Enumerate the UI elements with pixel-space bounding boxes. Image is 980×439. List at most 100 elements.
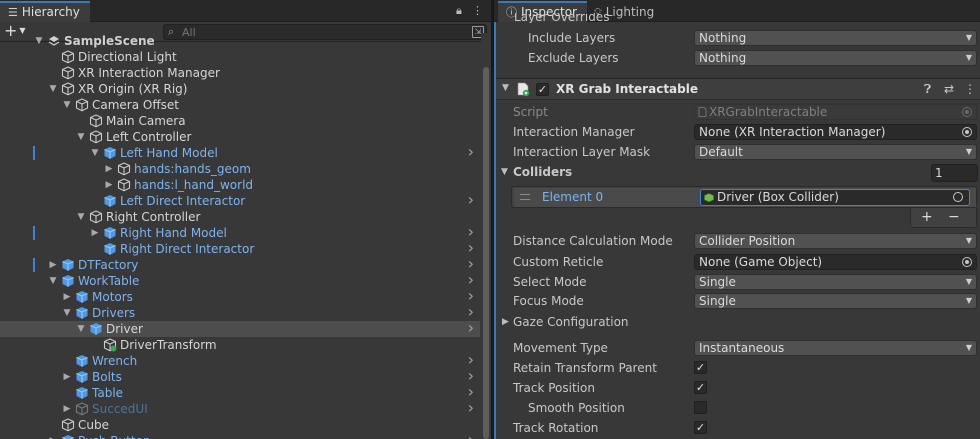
table-row[interactable]: ▼ SampleScene xyxy=(0,33,480,49)
scrollbar-thumb[interactable] xyxy=(483,67,489,439)
table-row[interactable]: ▶ hands:l_hand_world xyxy=(0,177,480,193)
movement-type-dropdown[interactable]: Instantaneous ▼ xyxy=(694,340,977,356)
object-picker-icon[interactable] xyxy=(962,257,972,267)
table-row[interactable]: ▶ Bolts › xyxy=(0,368,480,385)
prefab-override-marker xyxy=(33,226,35,240)
collider-object-field[interactable]: Driver (Box Collider) xyxy=(700,189,970,206)
object-picker-icon xyxy=(962,107,972,117)
table-row[interactable]: ▼ Left Controller xyxy=(0,129,480,145)
fold-open-icon[interactable]: ▼ xyxy=(48,81,58,97)
table-row[interactable]: ▶ Right Hand Model › xyxy=(0,224,480,241)
fold-closed-icon[interactable]: ▶ xyxy=(104,177,114,193)
custom-reticle-field[interactable]: None (Game Object) xyxy=(694,254,977,270)
fold-open-icon[interactable]: ▼ xyxy=(502,83,509,93)
table-row[interactable]: ▶ DTFactory › xyxy=(0,256,480,273)
table-row[interactable]: ▶ Push Button › xyxy=(0,432,480,439)
table-row[interactable]: ▼ Drivers › xyxy=(0,304,480,321)
colliders-label[interactable]: Colliders xyxy=(513,165,572,179)
table-row[interactable]: ▼ XR Origin (XR Rig) xyxy=(0,81,480,97)
component-menu-icon[interactable]: ⋮ xyxy=(964,82,976,96)
list-item: Directional Light xyxy=(78,50,177,64)
fold-closed-icon[interactable]: ▶ xyxy=(62,289,72,305)
interaction-layer-mask-dropdown[interactable]: Default ▼ xyxy=(694,144,977,160)
list-item: Right Controller xyxy=(106,210,201,224)
table-row[interactable]: Cube xyxy=(0,417,480,433)
table-row[interactable]: Right Direct Interactor › xyxy=(0,240,480,257)
chevron-right-icon[interactable]: › xyxy=(468,192,474,208)
object-picker-icon[interactable] xyxy=(962,127,972,137)
table-row[interactable]: Directional Light xyxy=(0,49,480,65)
fold-open-icon[interactable]: ▼ xyxy=(34,33,44,49)
hierarchy-scrollbar[interactable] xyxy=(481,33,491,439)
table-row[interactable]: ▶ SuccedUI › xyxy=(0,400,480,417)
table-row[interactable]: ▼ Camera Offset xyxy=(0,97,480,113)
drag-handle-icon[interactable] xyxy=(520,194,530,200)
fold-open-icon[interactable]: ▼ xyxy=(76,129,86,145)
track-position-checkbox[interactable]: ✓ xyxy=(694,381,707,394)
table-row[interactable]: ▼ Left Hand Model › xyxy=(0,144,480,161)
table-row[interactable]: ▼ Driver › xyxy=(0,320,480,337)
list-item: Right Hand Model xyxy=(120,226,227,240)
preset-sliders-icon[interactable]: ⇄ xyxy=(944,82,954,96)
tab-hierarchy[interactable]: ☰ Hierarchy xyxy=(0,1,90,22)
track-rotation-label: Track Rotation xyxy=(513,421,599,435)
gaze-config-label[interactable]: Gaze Configuration xyxy=(513,315,629,329)
dropdown-arrow-icon: ▼ xyxy=(965,33,972,42)
table-row[interactable]: ▶ Motors › xyxy=(0,288,480,305)
gameobject-icon xyxy=(75,98,89,112)
chevron-right-icon[interactable]: › xyxy=(468,144,474,160)
table-row[interactable]: Left Direct Interactor › xyxy=(0,192,480,209)
dropdown-arrow-icon: ▼ xyxy=(965,296,972,305)
chevron-right-icon[interactable]: › xyxy=(468,320,474,336)
help-icon[interactable]: ❓︎ xyxy=(924,82,931,97)
list-item[interactable]: Element 0 Driver (Box Collider) xyxy=(514,188,976,207)
object-picker-icon[interactable] xyxy=(953,192,963,202)
fold-closed-icon[interactable]: ▶ xyxy=(62,401,72,417)
remove-element-button[interactable]: − xyxy=(948,209,960,225)
smooth-position-checkbox[interactable] xyxy=(694,401,707,414)
list-item: Camera Offset xyxy=(92,98,179,112)
fold-open-icon[interactable]: ▼ xyxy=(62,305,72,321)
component-header[interactable]: ▼ ✓ XR Grab Interactable ❓︎ ⇄ ⋮ xyxy=(496,78,980,100)
gaze-config-row[interactable]: ▶ Gaze Configuration xyxy=(494,312,980,332)
chevron-right-icon[interactable]: › xyxy=(468,400,474,416)
select-mode-dropdown[interactable]: Single ▼ xyxy=(694,274,977,290)
component-enabled-checkbox[interactable]: ✓ xyxy=(536,83,549,96)
table-row[interactable]: Table › xyxy=(0,384,480,401)
table-row[interactable]: Main Camera xyxy=(0,113,480,129)
retain-parent-checkbox[interactable]: ✓ xyxy=(694,361,707,374)
table-row[interactable]: DriverTransform xyxy=(0,337,480,353)
fold-open-icon[interactable]: ▼ xyxy=(501,167,508,177)
focus-mode-dropdown[interactable]: Single ▼ xyxy=(694,293,977,309)
kebab-menu-icon[interactable]: ⋮ xyxy=(472,4,483,17)
add-element-button[interactable]: + xyxy=(921,209,933,225)
list-item: XR Origin (XR Rig) xyxy=(78,82,188,96)
fold-closed-icon[interactable]: ▶ xyxy=(502,317,509,327)
fold-closed-icon[interactable]: ▶ xyxy=(48,433,58,439)
chevron-right-icon[interactable]: › xyxy=(468,432,474,439)
distance-calc-dropdown[interactable]: Collider Position ▼ xyxy=(694,233,977,249)
table-row[interactable]: XR Interaction Manager xyxy=(0,65,480,81)
fold-closed-icon[interactable]: ▶ xyxy=(90,225,100,241)
interaction-manager-field[interactable]: None (XR Interaction Manager) xyxy=(694,124,977,140)
fold-open-icon[interactable]: ▼ xyxy=(76,321,86,337)
fold-closed-icon[interactable]: ▶ xyxy=(48,257,58,273)
colliders-size-field[interactable]: 1 xyxy=(931,164,978,182)
exclude-layers-dropdown[interactable]: Nothing ▼ xyxy=(694,50,977,66)
table-row[interactable]: ▼ WorkTable › xyxy=(0,272,480,289)
layer-overrides-row: Layer Overrides xyxy=(494,13,980,23)
track-rotation-checkbox[interactable]: ✓ xyxy=(694,421,707,434)
lock-icon[interactable]: 🔒︎ xyxy=(456,4,462,18)
table-row[interactable]: Wrench › xyxy=(0,352,480,369)
include-layers-dropdown[interactable]: Nothing ▼ xyxy=(694,30,977,46)
fold-open-icon[interactable]: ▼ xyxy=(90,145,100,161)
fold-closed-icon[interactable]: ▶ xyxy=(62,369,72,385)
focus-mode-label: Focus Mode xyxy=(513,294,584,308)
table-row[interactable]: ▼ Right Controller xyxy=(0,209,480,225)
fold-closed-icon[interactable]: ▶ xyxy=(104,161,114,177)
fold-open-icon[interactable]: ▼ xyxy=(48,273,58,289)
fold-open-icon[interactable]: ▼ xyxy=(76,209,86,225)
fold-open-icon[interactable]: ▼ xyxy=(62,97,72,113)
list-item: WorkTable xyxy=(78,274,140,288)
table-row[interactable]: ▶ hands:hands_geom xyxy=(0,161,480,177)
